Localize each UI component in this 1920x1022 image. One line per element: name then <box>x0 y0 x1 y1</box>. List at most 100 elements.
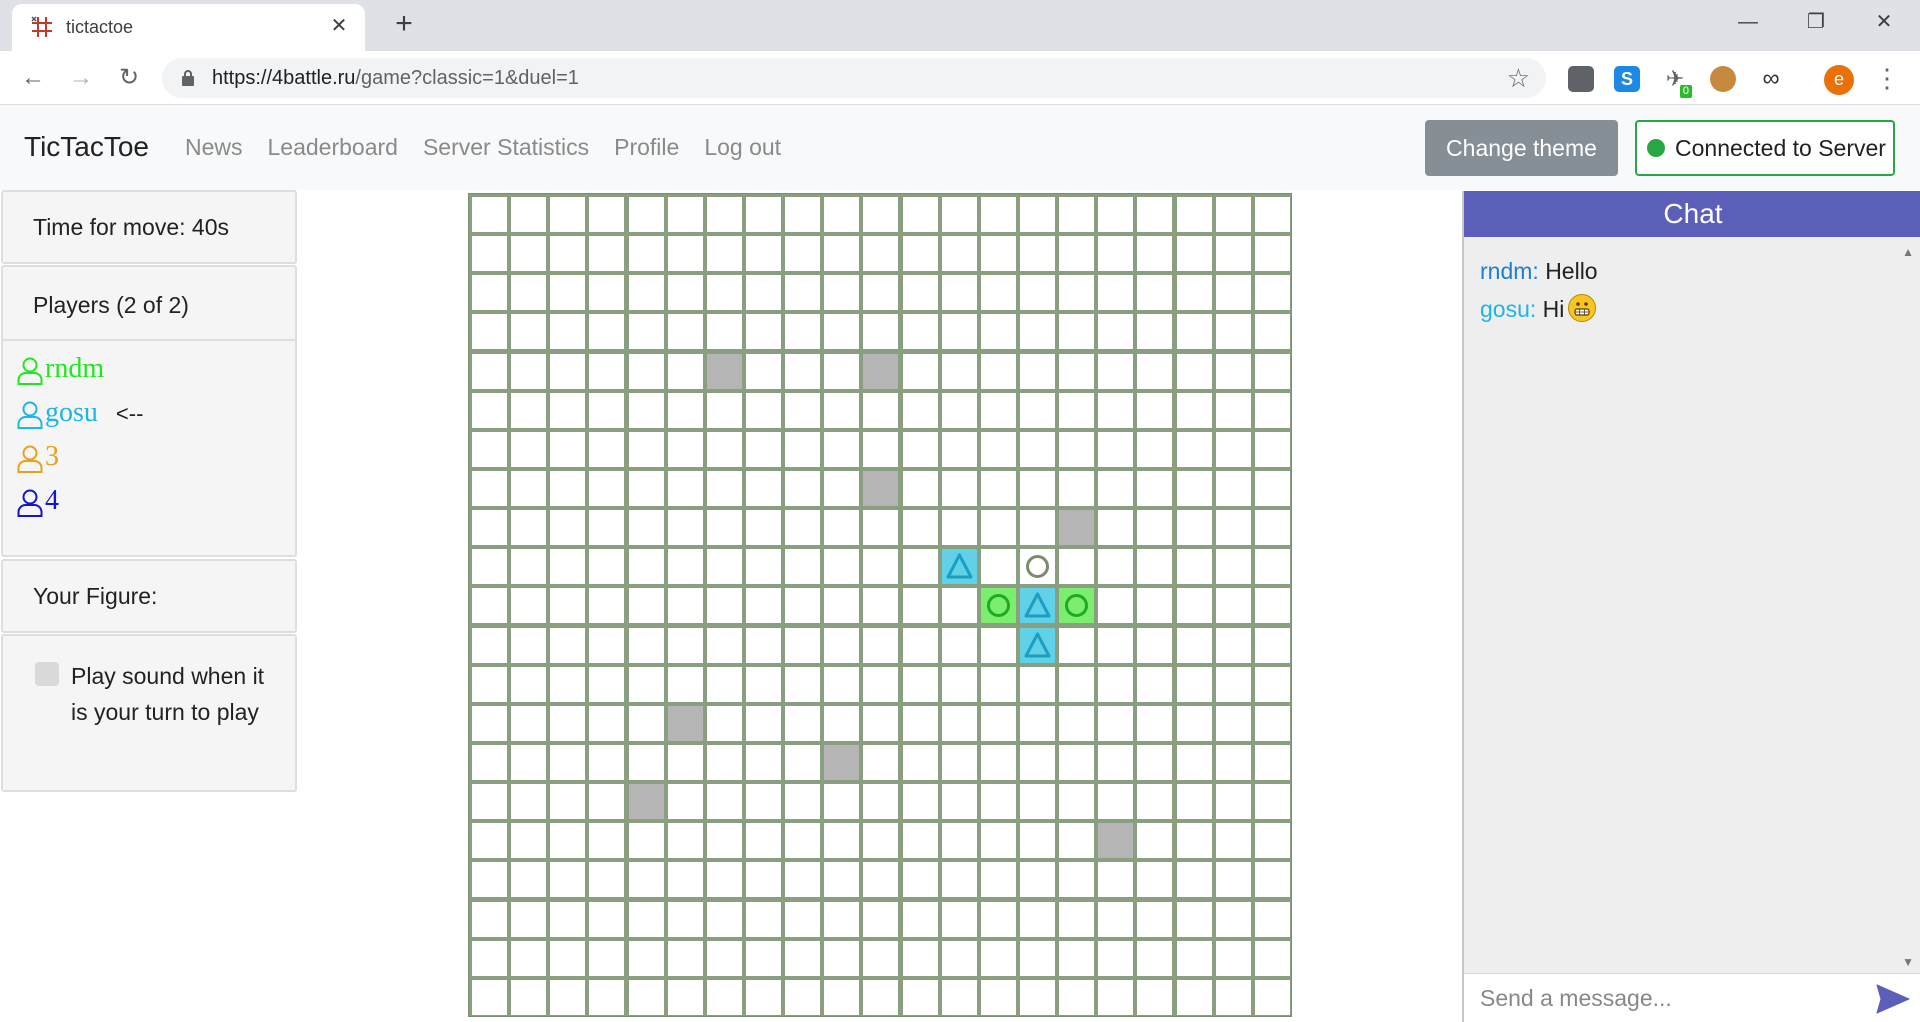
board-cell[interactable] <box>706 705 742 741</box>
board-cell[interactable] <box>785 979 821 1015</box>
board-cell[interactable] <box>472 627 507 663</box>
board-cell[interactable] <box>941 627 977 663</box>
window-close-icon[interactable]: ✕ <box>1854 0 1914 44</box>
board-cell[interactable] <box>628 549 664 585</box>
board-cell[interactable] <box>589 862 625 898</box>
board-cell[interactable] <box>1215 471 1251 506</box>
board-cell[interactable] <box>1215 823 1251 859</box>
board-cell[interactable] <box>1176 197 1212 232</box>
board-cell[interactable] <box>511 901 547 937</box>
board-cell[interactable] <box>628 745 664 780</box>
board-cell[interactable] <box>785 627 821 663</box>
board-cell[interactable] <box>902 510 938 546</box>
nav-news[interactable]: News <box>185 134 243 161</box>
board-cell[interactable] <box>706 471 742 506</box>
board-cell[interactable] <box>472 784 507 820</box>
board-cell[interactable] <box>746 901 781 937</box>
board-cell[interactable] <box>863 705 899 741</box>
board-cell[interactable] <box>824 940 860 976</box>
board-cell[interactable] <box>667 784 703 820</box>
board-cell[interactable] <box>667 510 703 546</box>
board-cell[interactable] <box>1254 471 1290 506</box>
board-cell[interactable] <box>1059 471 1095 506</box>
triangle-cell[interactable] <box>1020 588 1055 624</box>
skype-extension-icon[interactable]: S <box>1614 66 1640 92</box>
board-cell[interactable] <box>550 275 586 311</box>
board-cell[interactable] <box>980 510 1016 546</box>
board-cell[interactable] <box>902 314 938 350</box>
play-sound-label[interactable]: Play sound when it is your turn to play <box>71 658 271 730</box>
board-cell[interactable] <box>706 314 742 350</box>
board-cell[interactable] <box>511 431 547 467</box>
board-cell[interactable] <box>1254 197 1290 232</box>
board-cell[interactable] <box>785 197 821 232</box>
board-cell[interactable] <box>550 236 586 272</box>
board-cell[interactable] <box>628 979 664 1015</box>
board-cell[interactable] <box>1020 862 1055 898</box>
board-cell[interactable] <box>628 392 664 428</box>
blocked-cell[interactable] <box>863 471 899 506</box>
chat-scroll-down-icon[interactable]: ▼ <box>1902 955 1914 969</box>
board-cell[interactable] <box>706 431 742 467</box>
board-cell[interactable] <box>550 823 586 859</box>
board-cell[interactable] <box>1176 510 1212 546</box>
board-cell[interactable] <box>589 236 625 272</box>
board-cell[interactable] <box>863 510 899 546</box>
board-cell[interactable] <box>863 862 899 898</box>
board-cell[interactable] <box>941 588 977 624</box>
board-cell[interactable] <box>824 471 860 506</box>
chat-scroll-up-icon[interactable]: ▲ <box>1902 245 1914 259</box>
board-cell[interactable] <box>902 549 938 585</box>
board-cell[interactable] <box>472 549 507 585</box>
board-cell[interactable] <box>746 862 781 898</box>
board-cell[interactable] <box>667 353 703 389</box>
board-cell[interactable] <box>550 353 586 389</box>
board-cell[interactable] <box>1215 705 1251 741</box>
board-cell[interactable] <box>980 823 1016 859</box>
restore-icon[interactable]: ❐ <box>1786 0 1846 44</box>
board-cell[interactable] <box>472 353 507 389</box>
board-cell[interactable] <box>1098 666 1134 702</box>
board-cell[interactable] <box>1215 431 1251 467</box>
board-cell[interactable] <box>1176 745 1212 780</box>
board-cell[interactable] <box>1098 627 1134 663</box>
board-cell[interactable] <box>706 940 742 976</box>
board-cell[interactable] <box>746 549 781 585</box>
board-cell[interactable] <box>1215 745 1251 780</box>
board-cell[interactable] <box>785 940 821 976</box>
board-cell[interactable] <box>1137 666 1173 702</box>
board-cell[interactable] <box>1059 901 1095 937</box>
board-cell[interactable] <box>667 392 703 428</box>
board-cell[interactable] <box>1254 549 1290 585</box>
nav-profile[interactable]: Profile <box>614 134 679 161</box>
board-cell[interactable] <box>980 549 1016 585</box>
board-cell[interactable] <box>472 197 507 232</box>
board-cell[interactable] <box>785 588 821 624</box>
board-cell[interactable] <box>1215 666 1251 702</box>
board-cell[interactable] <box>785 392 821 428</box>
board-cell[interactable] <box>1059 745 1095 780</box>
board-cell[interactable] <box>589 901 625 937</box>
board-cell[interactable] <box>1215 236 1251 272</box>
board-cell[interactable] <box>628 353 664 389</box>
board-cell[interactable] <box>589 314 625 350</box>
board-cell[interactable] <box>1215 392 1251 428</box>
board-cell[interactable] <box>1176 314 1212 350</box>
board-cell[interactable] <box>1020 745 1055 780</box>
board-cell[interactable] <box>785 862 821 898</box>
board-cell[interactable] <box>941 197 977 232</box>
board-cell[interactable] <box>1020 471 1055 506</box>
board-cell[interactable] <box>1059 353 1095 389</box>
board-cell[interactable] <box>1215 901 1251 937</box>
board-cell[interactable] <box>785 784 821 820</box>
board-cell[interactable] <box>1059 979 1095 1015</box>
board-cell[interactable] <box>1176 392 1212 428</box>
board-cell[interactable] <box>589 784 625 820</box>
board-cell[interactable] <box>824 627 860 663</box>
board-cell[interactable] <box>706 549 742 585</box>
board-cell[interactable] <box>667 823 703 859</box>
board-cell[interactable] <box>1137 745 1173 780</box>
board-cell[interactable] <box>511 588 547 624</box>
chat-message-input[interactable] <box>1480 985 1850 1012</box>
board-cell[interactable] <box>863 784 899 820</box>
